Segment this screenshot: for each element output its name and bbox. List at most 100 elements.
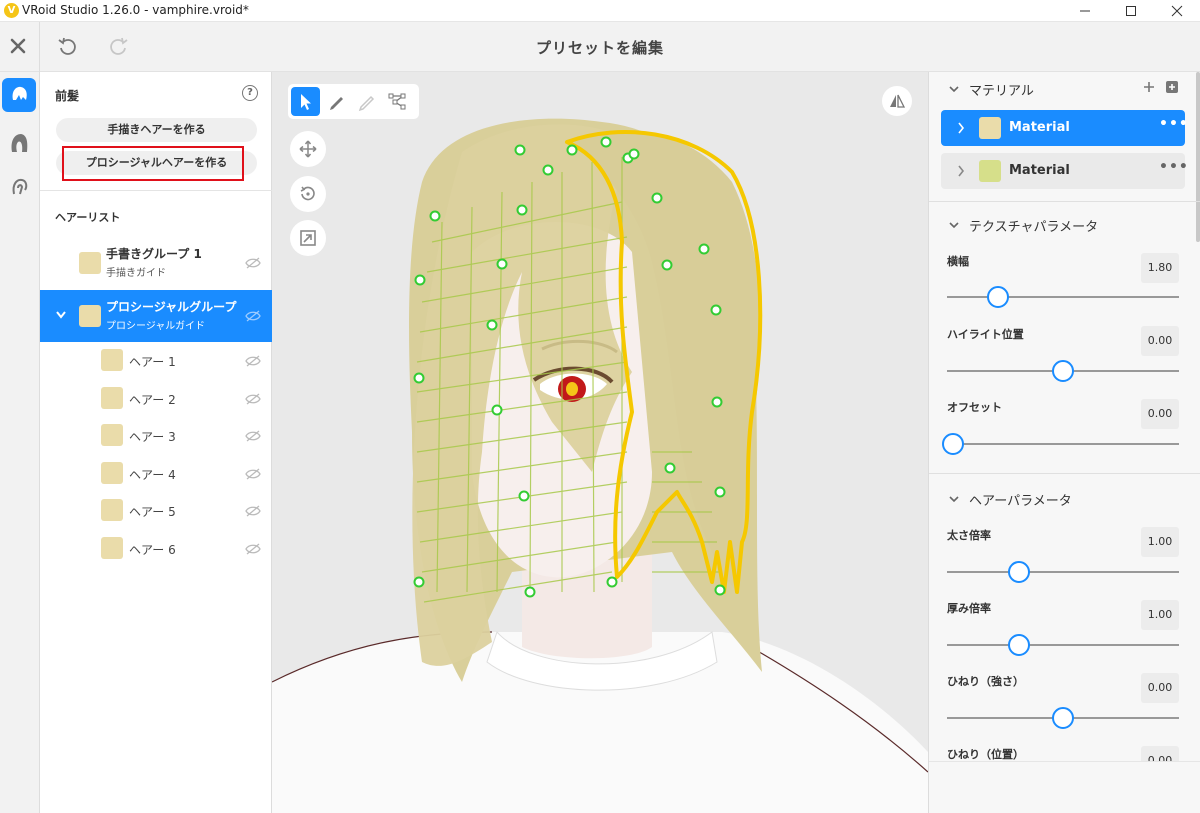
hair-color-swatch bbox=[101, 349, 123, 371]
mirror-toggle-button[interactable] bbox=[882, 86, 912, 116]
param-value-twist-strength[interactable]: 0.00 bbox=[1141, 673, 1179, 703]
chevron-right-icon[interactable] bbox=[957, 165, 965, 177]
close-icon bbox=[1171, 5, 1183, 17]
group-color-swatch bbox=[79, 252, 101, 274]
texture-params-title: テクスチャパラメータ bbox=[969, 220, 1099, 235]
slider-track[interactable] bbox=[947, 296, 1179, 298]
hair-item-row[interactable]: ヘアー 3 bbox=[40, 417, 272, 454]
app-header: プリセットを編集 bbox=[0, 22, 1200, 72]
move-view-button[interactable] bbox=[290, 131, 326, 167]
slider-thumb[interactable] bbox=[987, 286, 1010, 308]
param-label-width: 横幅 bbox=[947, 255, 969, 268]
material-color-swatch bbox=[979, 117, 1001, 139]
visibility-off-icon[interactable] bbox=[245, 468, 261, 480]
rotate-view-button[interactable] bbox=[290, 176, 326, 212]
material-row[interactable]: Material ••• bbox=[941, 153, 1188, 189]
hair-item-label: ヘアー 3 bbox=[129, 430, 176, 444]
zoom-view-button[interactable] bbox=[290, 220, 326, 256]
maximize-icon bbox=[1126, 6, 1136, 16]
visibility-off-icon[interactable] bbox=[245, 355, 261, 367]
select-tool-button[interactable] bbox=[291, 87, 320, 116]
character-preview bbox=[272, 118, 928, 813]
slider-thumb[interactable] bbox=[942, 433, 964, 455]
move-arrows-icon bbox=[299, 140, 317, 158]
window-title: VRoid Studio 1.26.0 - vamphire.vroid* bbox=[22, 3, 249, 17]
slider-thumb[interactable] bbox=[1052, 360, 1074, 382]
slider-thumb[interactable] bbox=[1007, 561, 1030, 583]
app-logo-icon: V bbox=[4, 3, 19, 18]
hair-item-row[interactable]: ヘアー 1 bbox=[40, 342, 272, 379]
hair-group-row[interactable]: 手書きグループ 1 手描きガイド bbox=[40, 237, 272, 289]
hair-color-swatch bbox=[101, 537, 123, 559]
hair-item-label: ヘアー 5 bbox=[129, 505, 176, 519]
eraser-tool-button[interactable] bbox=[352, 87, 381, 116]
hair-color-swatch bbox=[101, 424, 123, 446]
edit-tool-bar bbox=[288, 84, 419, 119]
pen-tool-button[interactable] bbox=[322, 87, 351, 116]
hair-color-swatch bbox=[101, 387, 123, 409]
node-path-icon bbox=[388, 93, 406, 110]
param-label-twist-strength: ひねり（強さ） bbox=[947, 675, 1024, 688]
3d-viewport[interactable] bbox=[272, 72, 928, 813]
param-value-depth[interactable]: 1.00 bbox=[1141, 600, 1179, 630]
zoom-icon bbox=[300, 230, 316, 246]
hair-color-swatch bbox=[101, 499, 123, 521]
chevron-down-icon[interactable] bbox=[949, 220, 959, 230]
hair-item-label: ヘアー 4 bbox=[129, 468, 176, 482]
visibility-off-icon[interactable] bbox=[245, 257, 261, 269]
section-divider bbox=[929, 201, 1200, 202]
visibility-off-icon[interactable] bbox=[245, 430, 261, 442]
param-label-highlight-position: ハイライト位置 bbox=[947, 328, 1024, 341]
create-hand-drawn-hair-button[interactable]: 手描きヘアーを作る bbox=[56, 118, 257, 142]
category-rail bbox=[0, 72, 40, 813]
visibility-off-icon[interactable] bbox=[245, 543, 261, 555]
param-value-thickness[interactable]: 1.00 bbox=[1141, 527, 1179, 557]
visibility-off-icon[interactable] bbox=[245, 393, 261, 405]
chevron-down-icon[interactable] bbox=[55, 310, 67, 320]
param-value-offset[interactable]: 0.00 bbox=[1141, 399, 1179, 429]
add-icon[interactable] bbox=[1143, 81, 1155, 93]
hair-group-row-selected[interactable]: プロシージャルグループ プロシージャルガイド bbox=[40, 290, 272, 342]
rotate-icon bbox=[300, 186, 315, 201]
more-options-icon[interactable]: ••• bbox=[1159, 116, 1189, 132]
front-hair-icon bbox=[12, 86, 27, 100]
param-label-offset: オフセット bbox=[947, 401, 1002, 414]
group-title: プロシージャルグループ bbox=[106, 300, 237, 314]
hair-item-row[interactable]: ヘアー 5 bbox=[40, 492, 272, 529]
maximize-button[interactable] bbox=[1108, 0, 1154, 22]
annotation-highlight-box bbox=[62, 146, 244, 181]
rail-back-hair-button[interactable] bbox=[2, 126, 36, 160]
visibility-off-icon[interactable] bbox=[245, 310, 261, 322]
param-label-thickness: 太さ倍率 bbox=[947, 529, 991, 542]
window-close-button[interactable] bbox=[1154, 0, 1200, 22]
visibility-off-icon[interactable] bbox=[245, 505, 261, 517]
add-material-icon[interactable] bbox=[1165, 80, 1179, 94]
chevron-down-icon[interactable] bbox=[949, 84, 959, 94]
section-divider bbox=[929, 473, 1200, 474]
chevron-down-icon[interactable] bbox=[949, 494, 959, 504]
hair-item-row[interactable]: ヘアー 6 bbox=[40, 530, 272, 567]
rail-ahoge-button[interactable] bbox=[2, 170, 36, 204]
hair-item-row[interactable]: ヘアー 4 bbox=[40, 455, 272, 492]
slider-track[interactable] bbox=[947, 443, 1179, 445]
panel-scrollbar[interactable] bbox=[1196, 72, 1200, 242]
param-value-width[interactable]: 1.80 bbox=[1141, 253, 1179, 283]
hair-params-title: ヘアーパラメータ bbox=[969, 494, 1072, 509]
group-color-swatch bbox=[79, 305, 101, 327]
param-value-highlight-position[interactable]: 0.00 bbox=[1141, 326, 1179, 356]
slider-track[interactable] bbox=[947, 571, 1179, 573]
chevron-right-icon[interactable] bbox=[957, 122, 965, 134]
slider-track[interactable] bbox=[947, 644, 1179, 646]
slider-thumb[interactable] bbox=[1052, 707, 1074, 729]
hair-item-row[interactable]: ヘアー 2 bbox=[40, 380, 272, 417]
hair-item-label: ヘアー 6 bbox=[129, 543, 176, 557]
guide-edit-tool-button[interactable] bbox=[383, 87, 412, 116]
help-icon[interactable]: ? bbox=[242, 85, 258, 101]
material-row-selected[interactable]: Material ••• bbox=[941, 110, 1188, 146]
slider-thumb[interactable] bbox=[1007, 634, 1030, 656]
minimize-button[interactable] bbox=[1062, 0, 1108, 22]
group-title: 手書きグループ 1 bbox=[106, 247, 202, 261]
rail-front-hair-button[interactable] bbox=[2, 78, 36, 112]
more-options-icon[interactable]: ••• bbox=[1159, 159, 1189, 175]
material-section-title: マテリアル bbox=[969, 84, 1034, 99]
